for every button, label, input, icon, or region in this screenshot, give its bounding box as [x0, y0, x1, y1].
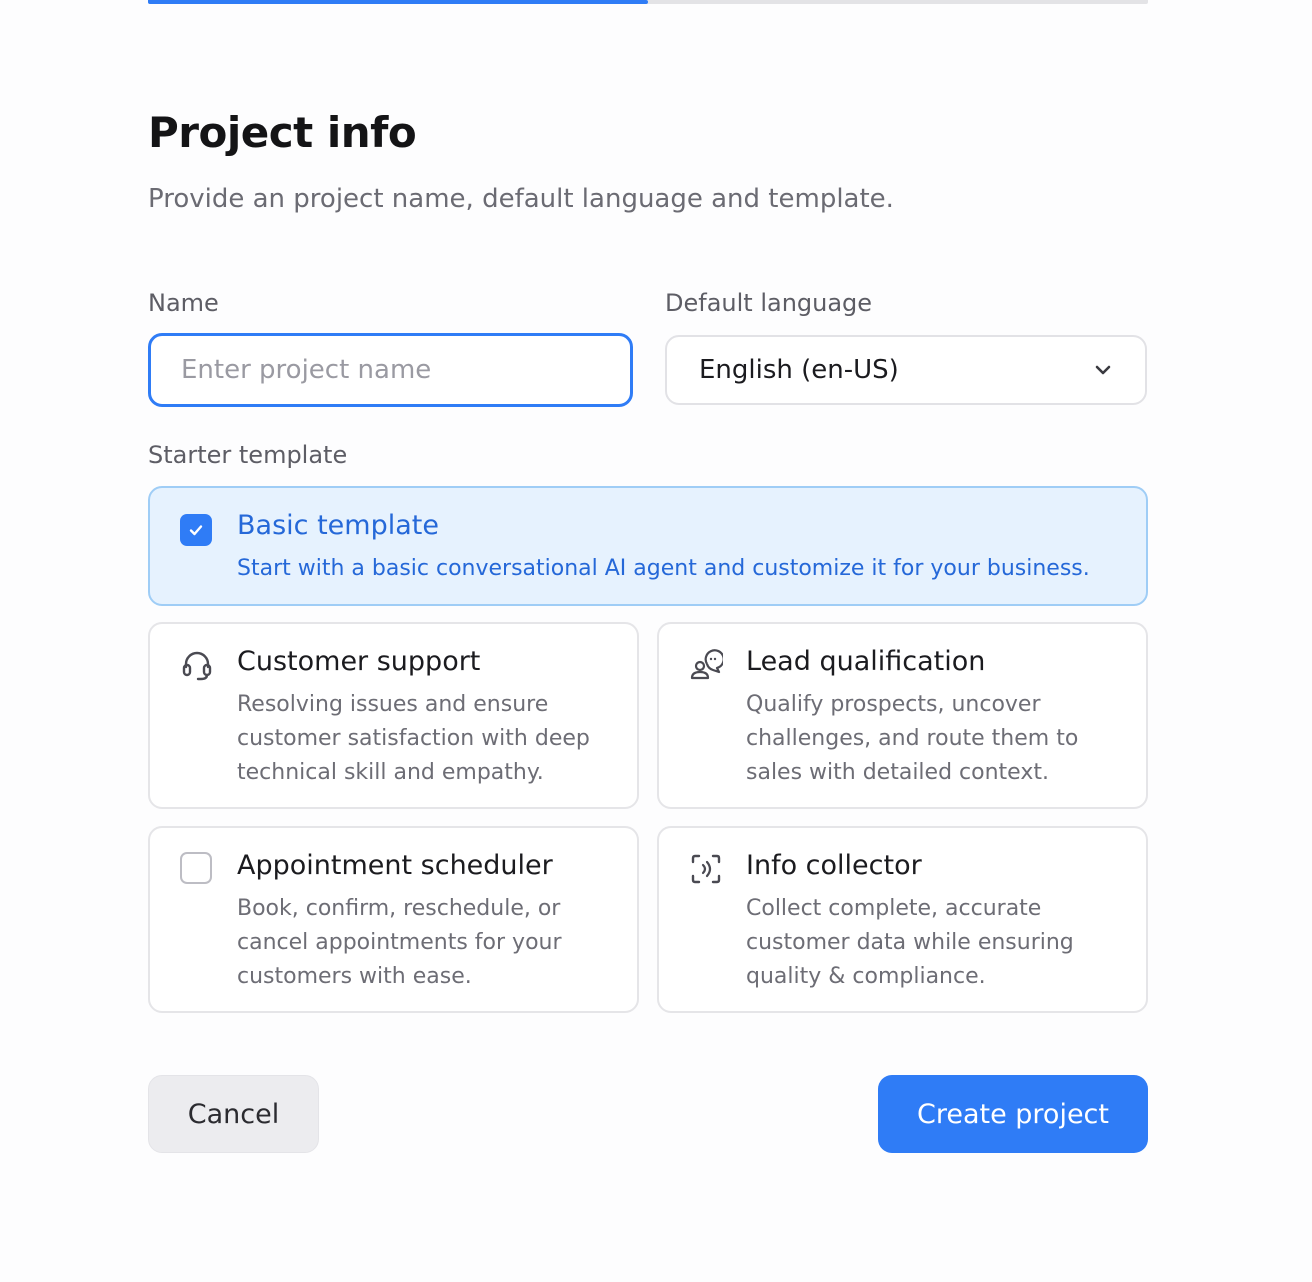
template-card-appointment-scheduler[interactable]: Appointment scheduler Book, confirm, res…: [148, 826, 639, 1013]
template-title: Basic template: [237, 510, 439, 541]
template-description: Resolving issues and ensure customer sat…: [237, 688, 590, 790]
project-name-input[interactable]: [148, 333, 633, 407]
create-project-button[interactable]: Create project: [878, 1075, 1148, 1153]
description-line: technical skill and empathy.: [237, 760, 544, 785]
template-title: Appointment scheduler: [237, 850, 553, 881]
template-card-info-collector[interactable]: Info collector Collect complete, accurat…: [657, 826, 1148, 1013]
name-label: Name: [148, 289, 219, 317]
template-description: Book, confirm, reschedule, or cancel app…: [237, 892, 562, 994]
description-line: customer satisfaction with deep: [237, 726, 590, 751]
default-language-value: English (en-US): [699, 355, 899, 385]
description-line: Resolving issues and ensure: [237, 692, 549, 717]
description-line: challenges, and route them to: [746, 726, 1079, 751]
person-speaking-icon: [690, 649, 725, 680]
template-title: Info collector: [746, 850, 922, 881]
description-line: customer data while ensuring: [746, 930, 1074, 955]
default-language-select[interactable]: English (en-US): [665, 335, 1147, 405]
progress-bar-fill: [148, 0, 648, 4]
description-line: customers with ease.: [237, 964, 472, 989]
description-line: Book, confirm, reschedule, or: [237, 896, 561, 921]
template-title: Customer support: [237, 646, 481, 677]
template-description: Start with a basic conversational AI age…: [237, 556, 1090, 581]
checkbox-unchecked-icon[interactable]: [180, 852, 212, 884]
template-description: Collect complete, accurate customer data…: [746, 892, 1074, 994]
template-card-customer-support[interactable]: Customer support Resolving issues and en…: [148, 622, 639, 809]
checkmark-icon: [189, 525, 203, 536]
checkbox-checked-icon[interactable]: [180, 514, 212, 546]
template-description: Qualify prospects, uncover challenges, a…: [746, 688, 1078, 790]
template-title: Lead qualification: [746, 646, 986, 677]
chevron-down-icon: [1095, 365, 1111, 375]
template-card-basic[interactable]: Basic template Start with a basic conver…: [148, 486, 1148, 606]
description-line: quality & compliance.: [746, 964, 986, 989]
description-line: cancel appointments for your: [237, 930, 562, 955]
description-line: Collect complete, accurate: [746, 896, 1042, 921]
headset-icon: [182, 651, 212, 681]
page-subtitle: Provide an project name, default languag…: [148, 184, 894, 214]
template-card-lead-qualification[interactable]: Lead qualification Qualify prospects, un…: [657, 622, 1148, 809]
progress-bar: [148, 0, 1148, 4]
default-language-label: Default language: [665, 289, 873, 317]
cancel-button[interactable]: Cancel: [148, 1075, 319, 1153]
page-title: Project info: [148, 108, 417, 157]
description-line: Qualify prospects, uncover: [746, 692, 1041, 717]
scan-voice-icon: [691, 854, 721, 884]
starter-template-label: Starter template: [148, 441, 348, 469]
description-line: sales with detailed context.: [746, 760, 1049, 785]
